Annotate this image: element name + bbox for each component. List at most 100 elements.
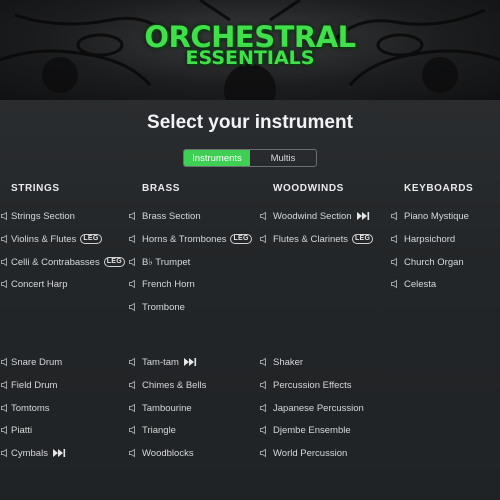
instrument-label: Cymbals bbox=[11, 447, 48, 459]
instrument-label: Triangle bbox=[142, 424, 176, 436]
instrument-label: Tam-tam bbox=[142, 356, 179, 368]
instrument-item[interactable]: Cymbals bbox=[0, 446, 66, 460]
speaker-icon bbox=[260, 211, 266, 221]
speaker-icon bbox=[1, 211, 7, 221]
speaker-icon bbox=[129, 425, 135, 435]
tab-multis[interactable]: Multis bbox=[250, 150, 316, 166]
speaker-icon bbox=[129, 234, 135, 244]
instrument-item[interactable]: Triangle bbox=[128, 423, 176, 437]
instrument-item[interactable]: Celli & Contrabasses LEG bbox=[0, 255, 126, 269]
speaker-icon bbox=[129, 302, 135, 312]
legato-badge: LEG bbox=[80, 234, 102, 244]
instrument-item[interactable]: Trombone bbox=[128, 300, 185, 314]
instrument-item[interactable]: Piatti bbox=[0, 423, 32, 437]
instrument-label: Shaker bbox=[273, 356, 304, 368]
logo-title-line2: ESSENTIALS bbox=[185, 47, 315, 69]
instrument-item[interactable]: Violins & Flutes LEG bbox=[0, 232, 102, 246]
instrument-item[interactable]: Brass Section bbox=[128, 209, 201, 223]
speaker-icon bbox=[1, 357, 7, 367]
instrument-item[interactable]: Flutes & Clarinets LEG bbox=[259, 232, 374, 246]
instrument-label: B♭ Trumpet bbox=[142, 256, 191, 268]
instrument-item[interactable]: Shaker bbox=[259, 355, 303, 369]
speaker-icon bbox=[260, 380, 266, 390]
instrument-label: Violins & Flutes bbox=[11, 233, 77, 245]
instrument-label: Djembe Ensemble bbox=[273, 424, 351, 436]
speaker-icon bbox=[129, 211, 135, 221]
speaker-icon bbox=[1, 234, 7, 244]
instrument-label: Celli & Contrabasses bbox=[11, 256, 100, 268]
tab-instruments[interactable]: Instruments bbox=[184, 150, 250, 166]
instrument-label: Piano Mystique bbox=[404, 210, 469, 222]
instrument-item[interactable]: Snare Drum bbox=[0, 355, 62, 369]
column-header-keyboards: KEYBOARDS bbox=[404, 183, 474, 194]
instrument-item[interactable]: Tambourine bbox=[128, 401, 192, 415]
instrument-label: Trombone bbox=[142, 301, 185, 313]
speaker-icon bbox=[129, 357, 135, 367]
instrument-label: Tomtoms bbox=[11, 402, 50, 414]
instrument-item[interactable]: Field Drum bbox=[0, 378, 57, 392]
instrument-label: Woodblocks bbox=[142, 447, 194, 459]
instrument-item[interactable]: Piano Mystique bbox=[390, 209, 469, 223]
speaker-icon bbox=[260, 448, 266, 458]
instrument-label: Woodwind Section bbox=[273, 210, 352, 222]
speaker-icon bbox=[260, 425, 266, 435]
speaker-icon bbox=[1, 403, 7, 413]
speaker-icon bbox=[129, 257, 135, 267]
speaker-icon bbox=[391, 257, 397, 267]
speaker-icon bbox=[391, 211, 397, 221]
instrument-label: Percussion Effects bbox=[273, 379, 352, 391]
speaker-icon bbox=[260, 403, 266, 413]
play-forward-icon bbox=[356, 212, 369, 220]
header-banner: ORCHESTRAL ESSENTIALS bbox=[0, 0, 500, 100]
instrument-item[interactable]: French Horn bbox=[128, 277, 195, 291]
column-header-brass: BRASS bbox=[142, 183, 181, 194]
instrument-item[interactable]: Woodblocks bbox=[128, 446, 194, 460]
speaker-icon bbox=[129, 279, 135, 289]
instrument-label: French Horn bbox=[142, 278, 195, 290]
instrument-item[interactable]: World Percussion bbox=[259, 446, 347, 460]
instrument-label: Brass Section bbox=[142, 210, 201, 222]
view-mode-toggle: Instruments Multis bbox=[183, 149, 317, 167]
column-header-woodwinds: WOODWINDS bbox=[273, 183, 344, 194]
instrument-item[interactable]: Chimes & Bells bbox=[128, 378, 206, 392]
instrument-item[interactable]: Celesta bbox=[390, 277, 436, 291]
instrument-item[interactable]: Japanese Percussion bbox=[259, 401, 364, 415]
speaker-icon bbox=[1, 448, 7, 458]
instrument-item[interactable]: Harpsichord bbox=[390, 232, 455, 246]
play-forward-icon bbox=[183, 358, 197, 366]
instrument-label: Snare Drum bbox=[11, 356, 63, 368]
instrument-item[interactable]: Concert Harp bbox=[0, 277, 68, 291]
instrument-label: Chimes & Bells bbox=[142, 379, 207, 391]
instrument-item[interactable]: B♭ Trumpet bbox=[128, 255, 190, 269]
speaker-icon bbox=[1, 257, 7, 267]
instrument-label: Celesta bbox=[404, 278, 437, 290]
instrument-label: Concert Harp bbox=[11, 278, 68, 290]
instrument-item[interactable]: Church Organ bbox=[390, 255, 464, 269]
instrument-label: Piatti bbox=[11, 424, 33, 436]
play-forward-icon bbox=[52, 449, 66, 457]
instrument-label: Horns & Trombones bbox=[142, 233, 227, 245]
legato-badge: LEG bbox=[351, 234, 374, 244]
speaker-icon bbox=[129, 448, 135, 458]
speaker-icon bbox=[391, 234, 397, 244]
speaker-icon bbox=[260, 357, 266, 367]
instrument-item[interactable]: Tam-tam bbox=[128, 355, 197, 369]
instrument-item[interactable]: Tomtoms bbox=[0, 401, 50, 415]
instrument-item[interactable]: Strings Section bbox=[0, 209, 75, 223]
instrument-item[interactable]: Horns & Trombones LEG bbox=[128, 232, 252, 246]
instrument-label: Strings Section bbox=[11, 210, 75, 222]
instrument-item[interactable]: Woodwind Section bbox=[259, 209, 370, 223]
page-title: Select your instrument bbox=[147, 112, 353, 133]
speaker-icon bbox=[260, 234, 266, 244]
speaker-icon bbox=[391, 279, 397, 289]
instrument-label: Flutes & Clarinets bbox=[273, 233, 348, 245]
legato-badge: LEG bbox=[230, 234, 252, 244]
column-header-strings: STRINGS bbox=[11, 183, 60, 194]
instrument-label: Field Drum bbox=[11, 379, 58, 391]
legato-badge: LEG bbox=[103, 257, 126, 267]
instrument-label: Harpsichord bbox=[404, 233, 456, 245]
instrument-item[interactable]: Percussion Effects bbox=[259, 378, 352, 392]
instrument-label: Church Organ bbox=[404, 256, 464, 268]
instrument-label: World Percussion bbox=[273, 447, 348, 459]
instrument-item[interactable]: Djembe Ensemble bbox=[259, 423, 351, 437]
